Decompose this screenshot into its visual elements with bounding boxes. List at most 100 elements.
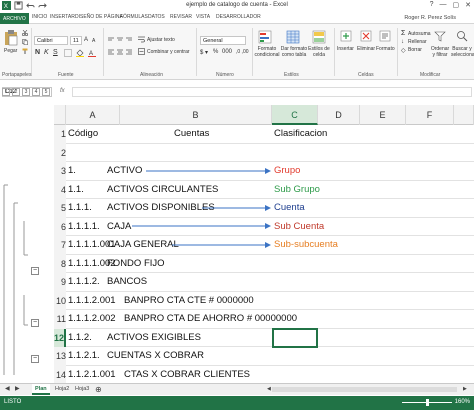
- decimal-increase-button[interactable]: ,0 ,00: [236, 49, 249, 55]
- cell-styles-icon[interactable]: [312, 30, 326, 44]
- formula-bar: C12 fx: [0, 85, 474, 99]
- underline-button[interactable]: S: [53, 49, 58, 56]
- collapse-group-button[interactable]: −: [31, 319, 39, 327]
- close-button[interactable]: ✕: [465, 1, 471, 9]
- cell-styles-button[interactable]: Estilos de celda: [306, 46, 332, 58]
- copy-icon[interactable]: [22, 39, 28, 45]
- percent-format-button[interactable]: %: [213, 49, 218, 55]
- scroll-right-icon[interactable]: ▶: [12, 384, 23, 395]
- ribbon-separator: [397, 28, 398, 76]
- outline-level-4-button[interactable]: 4: [32, 88, 40, 96]
- shrink-font-button[interactable]: A: [92, 38, 95, 44]
- selected-cell[interactable]: [272, 327, 318, 348]
- group-label-styles: Estilos: [284, 72, 299, 78]
- thousands-format-button[interactable]: 000: [222, 49, 232, 55]
- annotation-arrows: [132, 168, 271, 248]
- clear-button[interactable]: Borrar: [408, 47, 422, 53]
- autosum-icon[interactable]: Σ: [401, 30, 405, 37]
- group-label-alignment: Alineación: [140, 72, 164, 78]
- currency-format-button[interactable]: $ ▾: [200, 49, 208, 56]
- outline-level-3-button[interactable]: 3: [22, 88, 30, 96]
- format-button[interactable]: Formato: [376, 46, 395, 52]
- wrap-text-icon[interactable]: [138, 36, 145, 43]
- column-header-a[interactable]: A: [66, 105, 120, 125]
- tab-revisar[interactable]: REVISAR: [170, 14, 192, 20]
- merge-center-button[interactable]: Combinar y centrar: [147, 49, 190, 55]
- conditional-format-icon[interactable]: [258, 30, 272, 44]
- tab-desarrollador[interactable]: DESARROLLADOR: [216, 14, 261, 20]
- new-sheet-icon[interactable]: ⊕: [92, 384, 105, 395]
- help-button[interactable]: ?: [430, 1, 434, 9]
- font-name-select[interactable]: Calibri: [34, 36, 68, 45]
- fill-button[interactable]: Rellenar: [408, 39, 427, 45]
- column-header-b[interactable]: B: [120, 105, 272, 125]
- bold-button[interactable]: N: [35, 49, 40, 56]
- fill-icon[interactable]: ↓: [401, 39, 404, 45]
- column-header-blank[interactable]: [454, 105, 474, 125]
- outline-brackets: [3, 184, 28, 375]
- column-header-c[interactable]: C: [272, 105, 318, 125]
- collapse-group-button[interactable]: −: [31, 267, 39, 275]
- outline-level-1-button[interactable]: 1: [2, 88, 10, 96]
- tab-archivo[interactable]: ARCHIVO: [0, 13, 29, 24]
- borders-icon[interactable]: [64, 49, 72, 57]
- paste-button[interactable]: Pegar: [4, 48, 17, 54]
- column-header-d[interactable]: D: [318, 105, 360, 125]
- group-label-font: Fuente: [58, 72, 74, 78]
- align-top-icon[interactable]: [107, 36, 135, 44]
- tab-scroll-right-icon[interactable]: ▶: [460, 384, 470, 395]
- tab-formulas[interactable]: FÓRMULAS: [120, 14, 148, 20]
- delete-cells-icon[interactable]: [360, 30, 372, 42]
- horizontal-scrollbar[interactable]: [272, 387, 457, 392]
- insert-button[interactable]: Insertar: [337, 46, 354, 52]
- find-select-button[interactable]: Buscar y seleccionar: [451, 46, 474, 58]
- tab-datos[interactable]: DATOS: [148, 14, 165, 20]
- outline-level-5-button[interactable]: 5: [42, 88, 50, 96]
- number-format-select[interactable]: General: [200, 36, 246, 45]
- italic-button[interactable]: K: [44, 49, 49, 56]
- sort-filter-icon[interactable]: [434, 30, 446, 42]
- user-name[interactable]: Roger R. Perez Solís: [404, 15, 456, 21]
- ribbon: Pegar Calibri 11 A A N K S A Ajustar tex…: [0, 24, 474, 80]
- delete-button[interactable]: Eliminar: [357, 46, 375, 52]
- find-select-icon[interactable]: [456, 30, 468, 42]
- autosum-button[interactable]: Autosuma: [408, 31, 431, 37]
- sort-filter-button[interactable]: Ordenar y filtrar: [429, 46, 451, 58]
- formula-input[interactable]: [72, 87, 472, 97]
- clear-icon[interactable]: ◇: [401, 47, 406, 54]
- tab-inicio[interactable]: INICIO: [32, 14, 47, 20]
- wrap-text-button[interactable]: Ajustar texto: [147, 37, 175, 43]
- minimize-button[interactable]: —: [440, 1, 447, 9]
- sheet-tab-hoja2[interactable]: Hoja2: [52, 384, 72, 395]
- maximize-button[interactable]: ▢: [453, 1, 460, 9]
- zoom-slider-thumb[interactable]: [426, 399, 429, 406]
- group-label-clipboard: Portapapeles: [2, 72, 32, 78]
- column-headers: A B C D E F: [54, 105, 474, 125]
- insert-cells-icon[interactable]: [340, 30, 352, 42]
- column-header-f[interactable]: F: [406, 105, 454, 125]
- font-color-icon[interactable]: A: [88, 49, 96, 57]
- format-table-icon[interactable]: [286, 30, 300, 44]
- sheet-tab-hoja3[interactable]: Hoja3: [72, 384, 92, 395]
- tab-vista[interactable]: VISTA: [196, 14, 210, 20]
- format-table-button[interactable]: Dar formato como tabla: [280, 46, 308, 58]
- insert-function-button[interactable]: fx: [60, 88, 65, 94]
- fill-color-icon[interactable]: [76, 49, 84, 57]
- tab-insertar[interactable]: INSERTAR: [50, 14, 75, 20]
- select-all-corner[interactable]: [54, 105, 66, 125]
- merge-center-icon[interactable]: [138, 48, 145, 55]
- outline-level-2-button[interactable]: 2: [12, 88, 20, 96]
- font-size-select[interactable]: 11: [70, 36, 82, 45]
- cut-icon[interactable]: [22, 30, 28, 36]
- tab-diseno-pagina[interactable]: DISEÑO DE PÁGINA: [75, 14, 123, 20]
- align-left-icon[interactable]: [107, 48, 135, 56]
- format-cells-icon[interactable]: [379, 30, 391, 42]
- collapse-group-button[interactable]: −: [31, 355, 39, 363]
- format-painter-icon[interactable]: [22, 48, 28, 54]
- grow-font-button[interactable]: A: [84, 37, 88, 43]
- paste-icon[interactable]: [4, 30, 18, 46]
- column-header-e[interactable]: E: [360, 105, 406, 125]
- sheet-tab-plan[interactable]: Plan: [32, 384, 50, 395]
- conditional-format-button[interactable]: Formato condicional: [252, 46, 282, 58]
- zoom-level[interactable]: 160%: [455, 399, 470, 405]
